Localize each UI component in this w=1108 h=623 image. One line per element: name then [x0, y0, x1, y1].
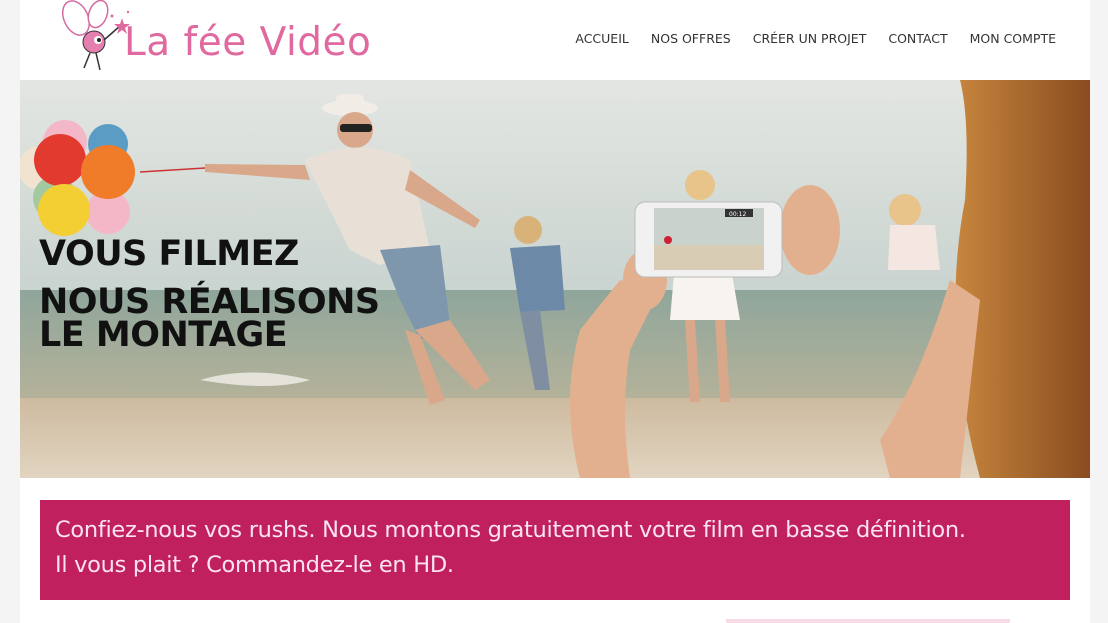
phone-timer: 00:12: [729, 211, 746, 218]
banner-line1: Confiez-nous vos rushs. Nous montons gra…: [55, 517, 966, 543]
hero-heading-line1: VOUS FILMEZ: [39, 234, 299, 274]
offer-banner: Confiez-nous vos rushs. Nous montons gra…: [40, 500, 1070, 600]
main-nav: ACCUEIL NOS OFFRES CRÉER UN PROJET CONTA…: [553, 31, 1056, 46]
fairy-logo-icon: [61, 0, 130, 71]
site-header: La fée Vidéo ACCUEIL NOS OFFRES CRÉER UN…: [20, 0, 1090, 80]
site-logo[interactable]: La fée Vidéo: [54, 0, 394, 78]
hero-photo: 00:12: [20, 80, 1090, 478]
page: La fée Vidéo ACCUEIL NOS OFFRES CRÉER UN…: [20, 0, 1090, 623]
nav-creer-projet[interactable]: CRÉER UN PROJET: [753, 31, 867, 46]
logo-text: La fée Vidéo: [124, 20, 372, 65]
bottom-strip: [726, 619, 1010, 623]
hero-heading-line3: LE MONTAGE: [39, 315, 288, 355]
banner-line2: Il vous plait ? Commandez-le en HD.: [55, 552, 454, 578]
nav-nos-offres[interactable]: NOS OFFRES: [651, 31, 731, 46]
nav-accueil[interactable]: ACCUEIL: [575, 31, 629, 46]
nav-contact[interactable]: CONTACT: [888, 31, 947, 46]
hero-banner: 00:12 VOUS FILMEZ NOUS RÉALISONS LE MONT…: [20, 80, 1090, 478]
nav-mon-compte[interactable]: MON COMPTE: [970, 31, 1056, 46]
